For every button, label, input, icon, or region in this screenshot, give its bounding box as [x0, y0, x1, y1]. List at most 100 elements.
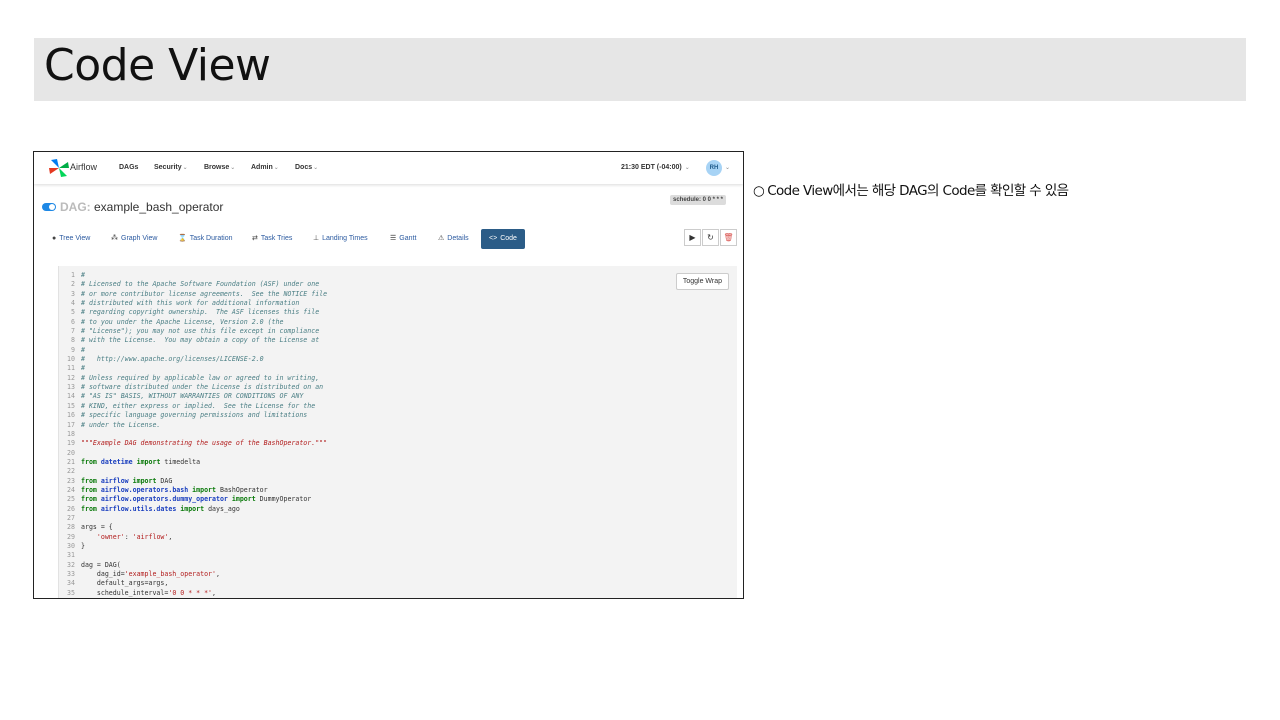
- user-avatar[interactable]: RH: [706, 160, 722, 176]
- dag-prefix-label: DAG:: [60, 200, 91, 214]
- line-number: 34: [67, 579, 75, 588]
- dag-pause-toggle[interactable]: [42, 203, 56, 211]
- code-token: # under the License.: [81, 420, 161, 429]
- line-number: 8: [71, 336, 75, 345]
- line-number: 35: [67, 588, 75, 597]
- line-number: 29: [67, 532, 75, 541]
- line-number: 18: [67, 429, 75, 438]
- line-number: 10: [67, 355, 75, 364]
- code-token: :: [124, 532, 133, 541]
- tab-landing-times[interactable]: ⊥ Landing Times: [309, 229, 372, 249]
- code-line: 2 # Licensed to the Apache Software Found…: [59, 280, 327, 289]
- tab-task-tries[interactable]: ⇄ Task Tries: [248, 229, 296, 249]
- code-line: 15 # KIND, either express or implied. See…: [59, 402, 327, 411]
- code-token: #: [81, 271, 85, 279]
- code-token: DummyOperator: [259, 495, 312, 504]
- chevron-down-icon: ⌄: [684, 165, 690, 171]
- tab-details[interactable]: ⚠ Details: [434, 229, 473, 249]
- code-token: 'example_bash_operator': [124, 570, 216, 578]
- chevron-down-icon: ⌄: [182, 165, 188, 171]
- code-line: 24 from airflow.operators.bash import Bas…: [59, 486, 327, 495]
- code-token: """Example DAG demonstrating the usage o…: [81, 439, 328, 448]
- nav-dags[interactable]: DAGs: [119, 164, 138, 171]
- tab-gantt[interactable]: ☰ Gantt: [386, 229, 420, 249]
- source-code: 1 #2 # Licensed to the Apache Software Fou…: [59, 271, 327, 598]
- plane-landing-icon: ⊥: [313, 235, 320, 242]
- chevron-down-icon: ⌄: [230, 165, 236, 171]
- line-number: 16: [67, 411, 75, 420]
- delete-dag-button[interactable]: 🗑: [720, 229, 737, 246]
- code-token: import: [132, 457, 165, 466]
- timezone-clock[interactable]: 21:30 EDT (-04:00) ⌄: [621, 164, 690, 171]
- chevron-down-icon: ⌄: [273, 165, 279, 171]
- tab-code[interactable]: <> Code: [481, 229, 525, 249]
- line-number: 25: [67, 495, 75, 504]
- code-line: 13 # software distributed under the Licen…: [59, 383, 327, 392]
- line-number: 32: [67, 560, 75, 569]
- code-token: # or more contributor license agreements…: [81, 289, 328, 298]
- code-line: 32 dag = DAG(: [59, 561, 327, 570]
- line-number: 7: [71, 327, 75, 336]
- line-number: 19: [67, 439, 75, 448]
- code-token: #: [81, 345, 85, 354]
- code-token: # Licensed to the Apache Software Founda…: [81, 280, 320, 289]
- code-token: import: [188, 485, 220, 494]
- nav-browse[interactable]: Browse⌄: [204, 164, 235, 171]
- code-token: from: [81, 504, 101, 513]
- line-number: 28: [67, 523, 75, 532]
- tab-tree-view[interactable]: ● Tree View: [48, 229, 94, 249]
- airflow-logo-icon[interactable]: [48, 158, 70, 178]
- code-token: from: [81, 495, 101, 504]
- code-token: # software distributed under the License…: [81, 383, 324, 392]
- code-line: 12 # Unless required by applicable law or…: [59, 374, 327, 383]
- nav-security[interactable]: Security⌄: [154, 164, 188, 171]
- code-token: ,: [168, 532, 173, 541]
- code-line: 4 # distributed with this work for additi…: [59, 299, 327, 308]
- code-token: 'airflow': [132, 532, 169, 541]
- chevron-down-icon[interactable]: ⌄: [725, 164, 730, 171]
- code-token: # Unless required by applicable law or a…: [81, 373, 320, 382]
- code-line: 11 #: [59, 364, 327, 373]
- nav-admin[interactable]: Admin⌄: [251, 164, 279, 171]
- gantt-icon: ☰: [390, 235, 397, 242]
- bullet-circle-icon: ○: [753, 183, 765, 199]
- code-token: from: [81, 485, 101, 494]
- code-token: # regarding copyright ownership. The ASF…: [81, 308, 320, 317]
- code-token: # KIND, either express or implied. See t…: [81, 401, 316, 410]
- trigger-dag-button[interactable]: ▶: [684, 229, 701, 246]
- line-number: 33: [67, 570, 75, 578]
- code-line: 6 # to you under the Apache License, Vers…: [59, 318, 327, 327]
- tree-icon: ●: [52, 235, 57, 242]
- line-number: 27: [67, 513, 75, 522]
- line-number: 11: [67, 364, 75, 373]
- code-token: airflow.operators.bash: [100, 485, 189, 494]
- toggle-wrap-button[interactable]: Toggle Wrap: [675, 273, 729, 290]
- tab-graph-view[interactable]: ⁂ Graph View: [107, 229, 161, 249]
- code-line: 18: [59, 430, 327, 439]
- code-token: # distributed with this work for additio…: [81, 299, 300, 308]
- line-number: 21: [67, 457, 75, 466]
- line-number: 30: [67, 541, 75, 550]
- nav-docs[interactable]: Docs⌄: [295, 164, 318, 171]
- code-line: 5 # regarding copyright ownership. The AS…: [59, 308, 327, 317]
- code-line: 25 from airflow.operators.dummy_operator …: [59, 495, 327, 504]
- code-token: 'owner': [96, 532, 125, 541]
- code-token: ,: [212, 588, 216, 597]
- line-number: 24: [67, 485, 75, 494]
- airflow-screenshot: Airflow DAGs Security⌄ Browse⌄ Admin⌄ Do…: [33, 151, 744, 599]
- code-token: # "License"); you may not use this file …: [81, 327, 320, 336]
- line-number: 5: [71, 308, 75, 317]
- code-token: import: [128, 476, 161, 485]
- refresh-button[interactable]: ↻: [702, 229, 719, 246]
- tab-task-duration[interactable]: ⌛ Task Duration: [174, 229, 237, 249]
- brand-name[interactable]: Airflow: [70, 162, 97, 172]
- line-number: 14: [67, 392, 75, 401]
- line-number: 2: [71, 280, 75, 289]
- code-line: 20: [59, 449, 327, 458]
- code-token: airflow.utils.dates: [100, 504, 177, 513]
- code-token: from: [81, 476, 101, 485]
- code-token: default_args=args,: [81, 579, 169, 588]
- line-number: 17: [67, 420, 75, 429]
- code-token: '0 0 * * *': [168, 588, 213, 597]
